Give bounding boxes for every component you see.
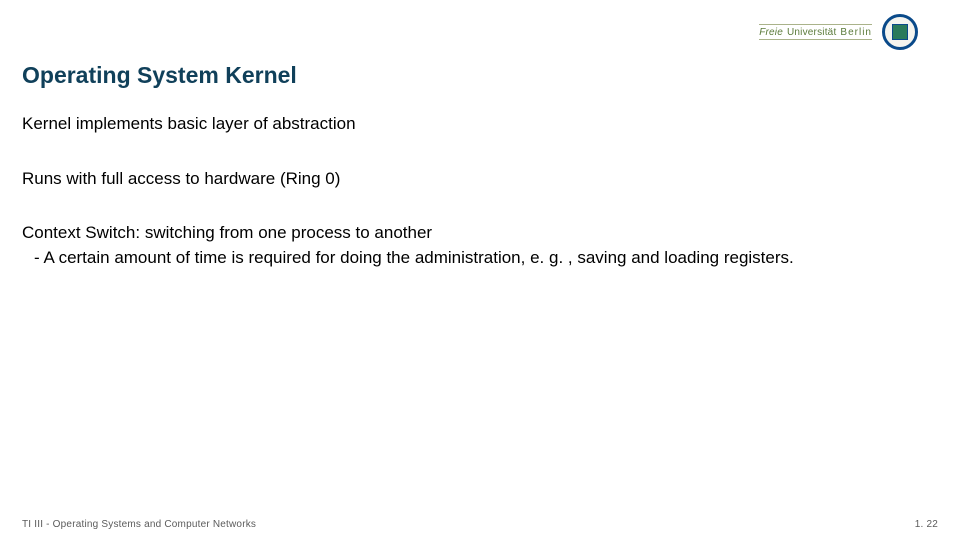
footer-page-number: 1. 22 — [915, 519, 938, 530]
paragraph-3-line-2: - A certain amount of time is required f… — [22, 246, 922, 271]
seal-inner-icon — [892, 24, 908, 40]
university-logo: Freie Universität Berlin — [759, 14, 918, 50]
paragraph-3: Context Switch: switching from one proce… — [22, 221, 922, 270]
logo-word-universitaet: Universität — [787, 27, 836, 38]
university-logo-line: Freie Universität Berlin — [759, 24, 872, 40]
university-seal-icon — [882, 14, 918, 50]
logo-word-berlin: Berlin — [840, 27, 872, 38]
paragraph-2: Runs with full access to hardware (Ring … — [22, 167, 922, 192]
paragraph-3-line-1: Context Switch: switching from one proce… — [22, 221, 922, 246]
slide-title: Operating System Kernel — [22, 62, 297, 89]
paragraph-1: Kernel implements basic layer of abstrac… — [22, 112, 922, 137]
slide: Freie Universität Berlin Operating Syste… — [0, 0, 960, 540]
slide-footer: TI III - Operating Systems and Computer … — [22, 519, 938, 530]
slide-body: Kernel implements basic layer of abstrac… — [22, 112, 922, 301]
footer-left: TI III - Operating Systems and Computer … — [22, 519, 256, 530]
logo-word-freie: Freie — [759, 27, 783, 38]
university-logo-text: Freie Universität Berlin — [759, 24, 872, 40]
